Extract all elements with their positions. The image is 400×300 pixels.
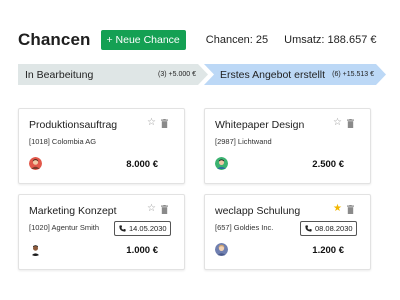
stage-summary: (6) +15.513 € bbox=[332, 71, 374, 78]
card-customer: [1020] Agentur Smith bbox=[29, 223, 100, 232]
star-icon[interactable]: ☆ bbox=[147, 204, 156, 214]
avatar bbox=[215, 157, 228, 170]
phone-icon bbox=[305, 225, 312, 232]
trash-icon[interactable] bbox=[347, 204, 354, 214]
call-date: 08.08.2030 bbox=[315, 224, 353, 233]
card-actions: ☆ bbox=[147, 118, 168, 128]
scheduled-call-badge[interactable]: 14.05.2030 bbox=[114, 221, 171, 236]
trash-icon[interactable] bbox=[347, 118, 354, 128]
avatar bbox=[29, 157, 42, 170]
scheduled-call-badge[interactable]: 08.08.2030 bbox=[300, 221, 357, 236]
star-icon[interactable]: ★ bbox=[333, 204, 342, 214]
card-amount: 1.000 € bbox=[126, 245, 158, 256]
card-amount: 8.000 € bbox=[126, 159, 158, 170]
card-actions: ★ bbox=[333, 204, 354, 214]
pipeline-stages: In Bearbeitung (3) +5.000 € Erstes Angeb… bbox=[18, 64, 386, 85]
stage-summary: (3) +5.000 € bbox=[158, 71, 196, 78]
opportunity-card[interactable]: Whitepaper Design [2987] Lichtwand ☆ 2.5… bbox=[204, 108, 371, 184]
card-amount: 1.200 € bbox=[312, 245, 344, 256]
card-title: Whitepaper Design bbox=[215, 119, 305, 131]
stage-in-bearbeitung[interactable]: In Bearbeitung (3) +5.000 € bbox=[18, 64, 208, 85]
opportunity-card[interactable]: Marketing Konzept [1020] Agentur Smith ☆… bbox=[18, 194, 185, 270]
page-header: Chancen + Neue Chance Chancen: 25 Umsatz… bbox=[18, 28, 390, 52]
card-customer: [657] Goldies Inc. bbox=[215, 223, 274, 232]
trash-icon[interactable] bbox=[161, 204, 168, 214]
card-customer: [2987] Lichtwand bbox=[215, 137, 272, 146]
stage-erstes-angebot[interactable]: Erstes Angebot erstellt (6) +15.513 € bbox=[204, 64, 386, 85]
card-actions: ☆ bbox=[147, 204, 168, 214]
new-chance-button[interactable]: + Neue Chance bbox=[100, 30, 186, 50]
call-date: 14.05.2030 bbox=[129, 224, 167, 233]
stage-name: In Bearbeitung bbox=[25, 68, 94, 81]
star-icon[interactable]: ☆ bbox=[333, 118, 342, 128]
star-icon[interactable]: ☆ bbox=[147, 118, 156, 128]
card-title: Marketing Konzept bbox=[29, 205, 117, 217]
trash-icon[interactable] bbox=[161, 118, 168, 128]
card-actions: ☆ bbox=[333, 118, 354, 128]
card-title: weclapp Schulung bbox=[215, 205, 301, 217]
card-customer: [1018] Colombia AG bbox=[29, 137, 97, 146]
umsatz-total: Umsatz: 188.657 € bbox=[284, 34, 377, 46]
phone-icon bbox=[119, 225, 126, 232]
chances-count: Chancen: 25 bbox=[205, 34, 269, 46]
stage-name: Erstes Angebot erstellt bbox=[220, 68, 326, 81]
card-title: Produktionsauftrag bbox=[29, 119, 118, 131]
page-title: Chancen bbox=[18, 30, 91, 49]
avatar bbox=[215, 243, 228, 256]
avatar bbox=[29, 243, 42, 256]
card-amount: 2.500 € bbox=[312, 159, 344, 170]
opportunity-card[interactable]: weclapp Schulung [657] Goldies Inc. ★ 08… bbox=[204, 194, 371, 270]
opportunity-card[interactable]: Produktionsauftrag [1018] Colombia AG ☆ … bbox=[18, 108, 185, 184]
